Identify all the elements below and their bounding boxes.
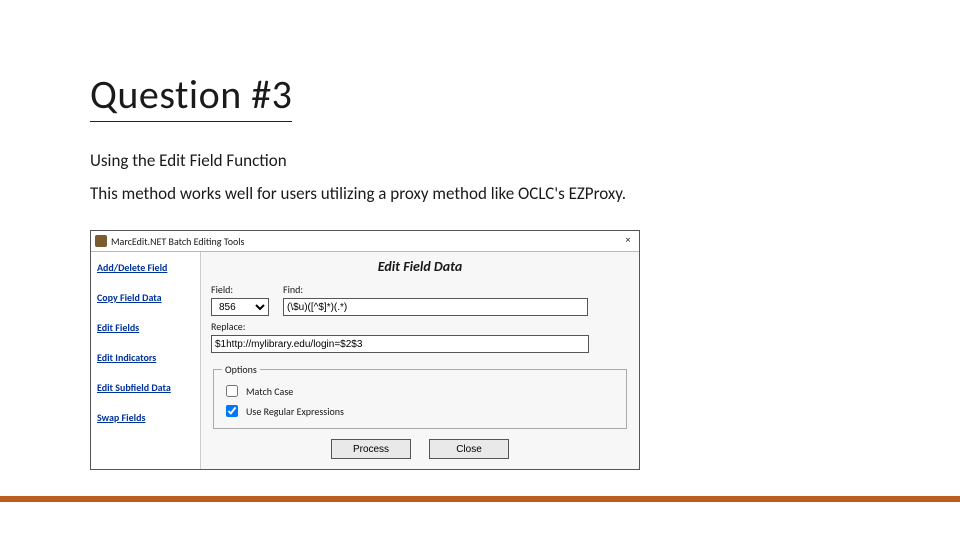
- match-case-option[interactable]: Match Case: [222, 382, 618, 400]
- window-title: MarcEdit.NET Batch Editing Tools: [111, 235, 244, 248]
- options-group: Options Match Case Use Regular Expressio…: [213, 363, 627, 429]
- options-legend: Options: [222, 363, 260, 376]
- field-select[interactable]: 856: [211, 298, 269, 316]
- dialog-window: MarcEdit.NET Batch Editing Tools × Add/D…: [90, 230, 640, 470]
- regex-label: Use Regular Expressions: [246, 405, 344, 418]
- replace-input[interactable]: [211, 335, 589, 353]
- close-button[interactable]: Close: [429, 439, 509, 459]
- window-titlebar: MarcEdit.NET Batch Editing Tools ×: [91, 231, 639, 252]
- regex-checkbox[interactable]: [226, 405, 238, 417]
- sidebar-item-edit-subfield-data[interactable]: Edit Subfield Data: [97, 382, 194, 394]
- find-input[interactable]: [283, 298, 588, 316]
- sidebar-item-copy-field-data[interactable]: Copy Field Data: [97, 292, 194, 304]
- match-case-checkbox[interactable]: [226, 385, 238, 397]
- process-button[interactable]: Process: [331, 439, 411, 459]
- regex-option[interactable]: Use Regular Expressions: [222, 402, 618, 420]
- slide-body: This method works well for users utilizi…: [90, 183, 960, 204]
- sidebar-item-add-delete-field[interactable]: Add/Delete Field: [97, 262, 194, 274]
- app-icon: [95, 235, 107, 247]
- accent-bar: [0, 496, 960, 502]
- close-icon[interactable]: ×: [621, 234, 635, 248]
- field-label: Field:: [211, 283, 269, 296]
- slide-subtitle: Using the Edit Field Function: [90, 150, 960, 171]
- sidebar-item-edit-indicators[interactable]: Edit Indicators: [97, 352, 194, 364]
- match-case-label: Match Case: [246, 385, 293, 398]
- sidebar: Add/Delete Field Copy Field Data Edit Fi…: [91, 252, 201, 469]
- find-label: Find:: [283, 283, 588, 296]
- sidebar-item-edit-fields[interactable]: Edit Fields: [97, 322, 194, 334]
- panel-heading: Edit Field Data: [211, 258, 629, 275]
- replace-label: Replace:: [211, 320, 629, 333]
- sidebar-item-swap-fields[interactable]: Swap Fields: [97, 412, 194, 424]
- main-panel: Edit Field Data Field: 856 Find: Replace: [201, 252, 639, 469]
- slide-title: Question #3: [90, 70, 292, 122]
